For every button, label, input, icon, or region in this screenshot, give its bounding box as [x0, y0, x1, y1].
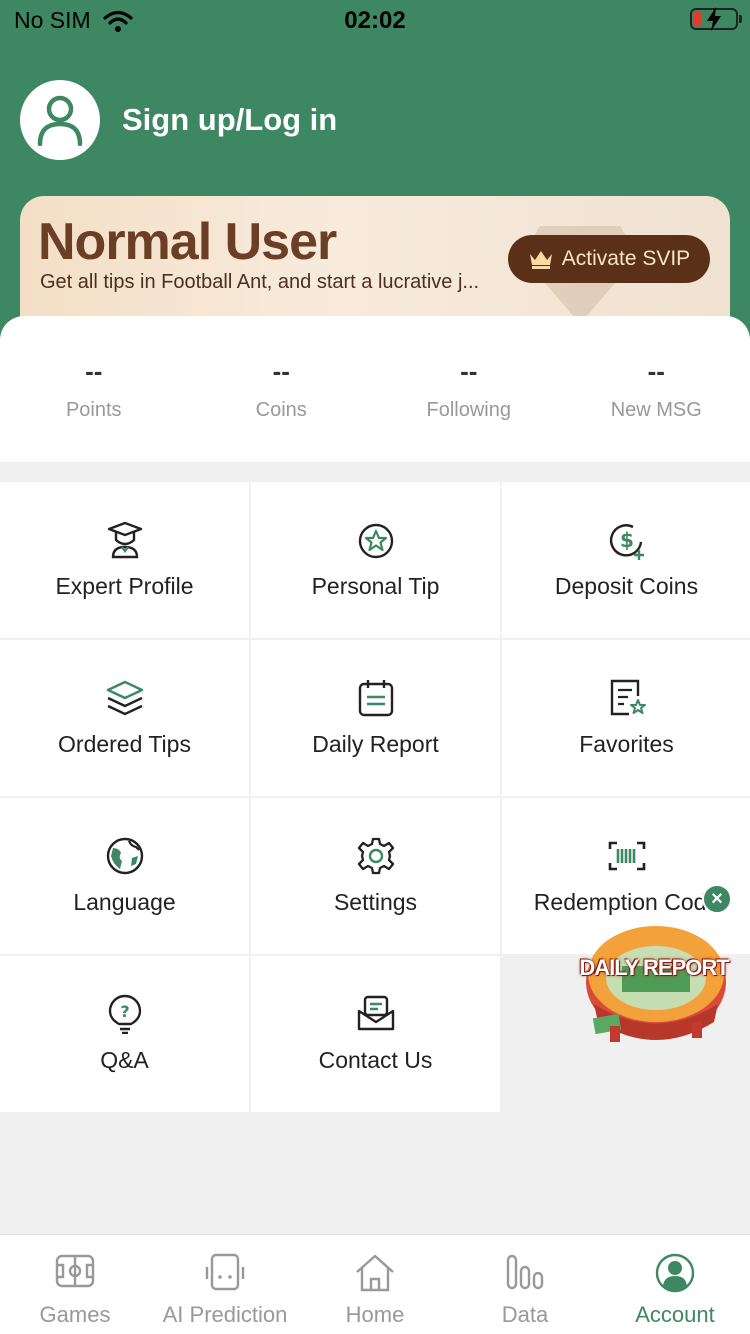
menu-label: Daily Report — [312, 731, 439, 757]
menu-label: Deposit Coins — [554, 573, 699, 599]
tab-bar: Games AI Prediction Home Data Account — [0, 1234, 750, 1334]
graduation-cap-icon — [107, 521, 142, 559]
stat-coins[interactable]: -- Coins — [188, 316, 376, 462]
account-icon — [655, 1253, 695, 1293]
avatar[interactable] — [20, 80, 100, 160]
menu-label: Personal Tip — [311, 573, 440, 599]
stadium-icon — [586, 926, 726, 1042]
favorite-document-icon — [610, 679, 646, 716]
battery-icon — [690, 7, 742, 31]
stat-label: Following — [426, 399, 511, 421]
tab-games[interactable]: Games — [0, 1235, 150, 1334]
bar-chart-icon — [506, 1254, 544, 1290]
menu-settings[interactable]: Settings — [251, 798, 500, 954]
tab-ai-prediction[interactable]: AI Prediction — [150, 1235, 300, 1334]
tab-data[interactable]: Data — [450, 1235, 600, 1334]
menu-label: Favorites — [579, 731, 674, 757]
tab-label: AI Prediction — [162, 1302, 288, 1327]
stat-value: -- — [272, 356, 290, 386]
menu-daily-report[interactable]: Daily Report — [251, 640, 500, 796]
menu-label: Q&A — [100, 1047, 149, 1073]
tab-home[interactable]: Home — [300, 1235, 450, 1334]
stat-points[interactable]: -- Points — [0, 316, 188, 462]
layers-icon — [106, 680, 143, 716]
star-badge-icon — [358, 523, 393, 559]
home-icon — [356, 1254, 394, 1292]
svg-text:$: $ — [620, 528, 634, 552]
stat-following[interactable]: -- Following — [375, 316, 563, 462]
stat-label: New MSG — [610, 399, 702, 421]
globe-icon — [106, 837, 143, 875]
stats-panel: -- Points -- Coins -- Following -- New M… — [0, 316, 750, 462]
promo-text: DAILY REPORT — [579, 955, 729, 980]
tab-label: Home — [345, 1302, 405, 1327]
daily-report-promo[interactable]: DAILY REPORT × — [578, 882, 738, 1057]
tab-label: Games — [39, 1302, 111, 1327]
menu-label: Language — [73, 889, 176, 915]
menu-label: Expert Profile — [55, 573, 194, 599]
status-bar: No SIM 02:02 — [0, 0, 750, 40]
mail-envelope-icon — [357, 995, 394, 1031]
stat-label: Coins — [255, 399, 307, 421]
stat-value: -- — [647, 356, 665, 386]
lightbulb-question-icon: ? — [108, 994, 141, 1034]
tab-label: Data — [501, 1302, 549, 1327]
menu-favorites[interactable]: Favorites — [502, 640, 750, 796]
menu-language[interactable]: Language — [0, 798, 249, 954]
close-icon[interactable]: × — [702, 884, 732, 914]
user-icon — [37, 95, 83, 146]
barcode-scan-icon — [608, 841, 645, 871]
menu-label: Ordered Tips — [58, 731, 191, 757]
login-label[interactable]: Sign up/Log in — [122, 102, 337, 138]
gear-icon — [357, 837, 394, 875]
activate-svip-label: Activate SVIP — [561, 247, 691, 270]
tab-account[interactable]: Account — [600, 1235, 750, 1334]
menu-contact-us[interactable]: Contact Us — [251, 956, 500, 1112]
stat-label: Points — [65, 399, 122, 421]
tab-label: Account — [635, 1302, 715, 1327]
stat-value: -- — [85, 356, 103, 386]
menu-expert-profile[interactable]: Expert Profile — [0, 482, 249, 638]
menu-label: Settings — [333, 889, 418, 915]
stat-value: -- — [460, 356, 478, 386]
field-icon — [55, 1254, 95, 1288]
menu-label: Contact Us — [318, 1047, 433, 1073]
calendar-report-icon — [358, 680, 393, 717]
stat-new-msg[interactable]: -- New MSG — [563, 316, 750, 462]
robot-icon — [205, 1253, 245, 1291]
svg-text:?: ? — [120, 1002, 129, 1021]
vip-subtitle: Get all tips in Football Ant, and start … — [40, 271, 480, 293]
activate-svip-button[interactable]: Activate SVIP — [508, 235, 710, 283]
dollar-coin-icon: $ — [609, 524, 644, 560]
menu-personal-tip[interactable]: Personal Tip — [251, 482, 500, 638]
crown-icon — [529, 251, 552, 269]
menu-ordered-tips[interactable]: Ordered Tips — [0, 640, 249, 796]
vip-title: Normal User — [38, 213, 337, 271]
status-time: 02:02 — [344, 7, 406, 34]
menu-qa[interactable]: ? Q&A — [0, 956, 249, 1112]
login-row[interactable]: Sign up/Log in — [20, 80, 337, 160]
menu-deposit-coins[interactable]: $ Deposit Coins — [502, 482, 750, 638]
